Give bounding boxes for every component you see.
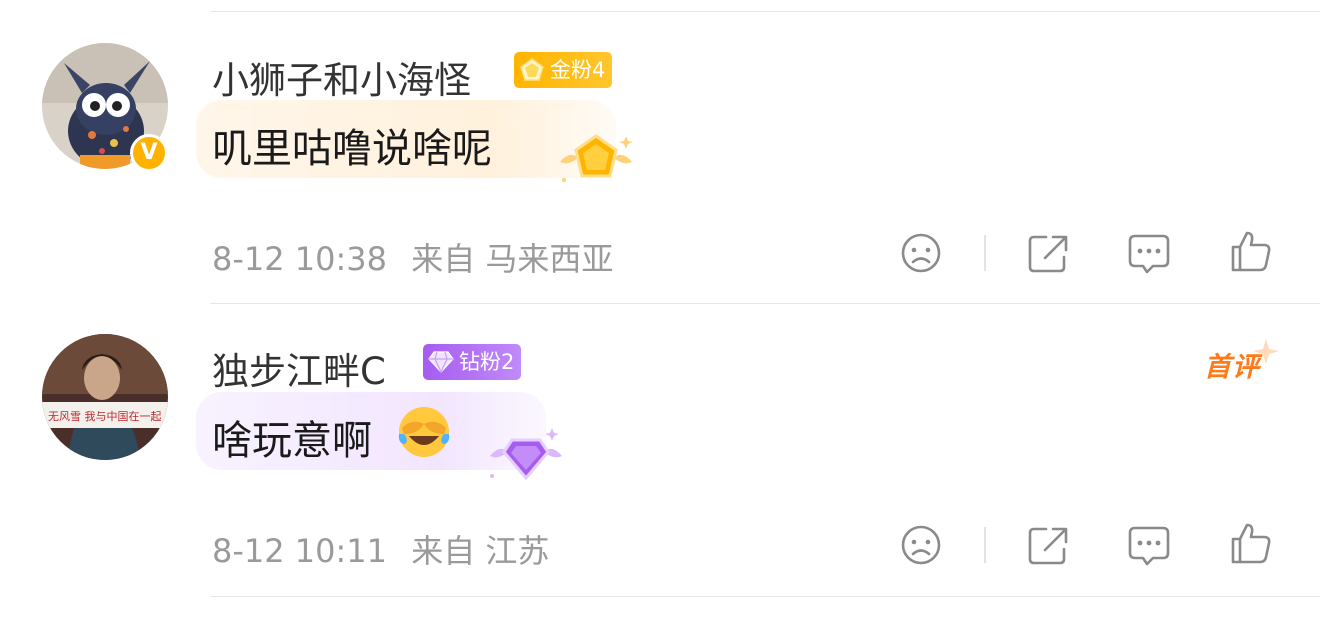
fan-badge-label: 金粉4 (550, 58, 606, 82)
comment-text: 啥玩意啊 (212, 418, 372, 464)
first-comment-tag: 首评 (1200, 337, 1280, 387)
share-icon[interactable] (1025, 230, 1071, 276)
action-separator (984, 235, 986, 271)
action-separator (984, 527, 986, 563)
location: 来自 马来西亚 (411, 240, 614, 278)
timestamp: 8-12 10:38 (212, 240, 388, 278)
location: 来自 江苏 (411, 532, 550, 570)
username[interactable]: 独步江畔C (212, 341, 386, 395)
verified-icon: V (130, 134, 168, 172)
diamond-gem-icon (428, 351, 454, 374)
avatar-image: 无风雪 我与中国在一起 (42, 334, 168, 460)
like-icon[interactable] (1228, 520, 1274, 566)
divider-middle (210, 303, 1320, 304)
svg-text:无风雪 我与中国在一起: 无风雪 我与中国在一起 (48, 410, 162, 423)
comment-meta: 8-12 10:11 来自 江苏 (212, 526, 563, 572)
divider-top (210, 11, 1320, 12)
gold-gem-icon (520, 58, 544, 81)
timestamp: 8-12 10:11 (212, 532, 388, 570)
gold-medal-icon (560, 134, 633, 182)
divider-bottom (210, 596, 1320, 597)
laughing-emoji-icon (398, 407, 450, 457)
username[interactable]: 小狮子和小海怪 (212, 50, 471, 104)
fan-badge-gold[interactable]: 金粉4 (514, 52, 613, 88)
dislike-icon[interactable] (898, 230, 944, 276)
like-icon[interactable] (1228, 228, 1274, 274)
comment-meta: 8-12 10:38 来自 马来西亚 (212, 234, 627, 280)
avatar[interactable]: 无风雪 我与中国在一起 (42, 334, 168, 460)
first-comment-label: 首评 (1204, 352, 1260, 383)
share-icon[interactable] (1025, 522, 1071, 568)
comment-icon[interactable] (1126, 230, 1172, 276)
diamond-medal-icon (490, 428, 562, 481)
dislike-icon[interactable] (898, 522, 944, 568)
fan-badge-label: 钻粉2 (459, 350, 515, 374)
comment-icon[interactable] (1126, 522, 1172, 568)
comment-text: 叽里咕噜说啥呢 (212, 126, 492, 172)
fan-badge-diamond[interactable]: 钻粉2 (423, 344, 522, 380)
